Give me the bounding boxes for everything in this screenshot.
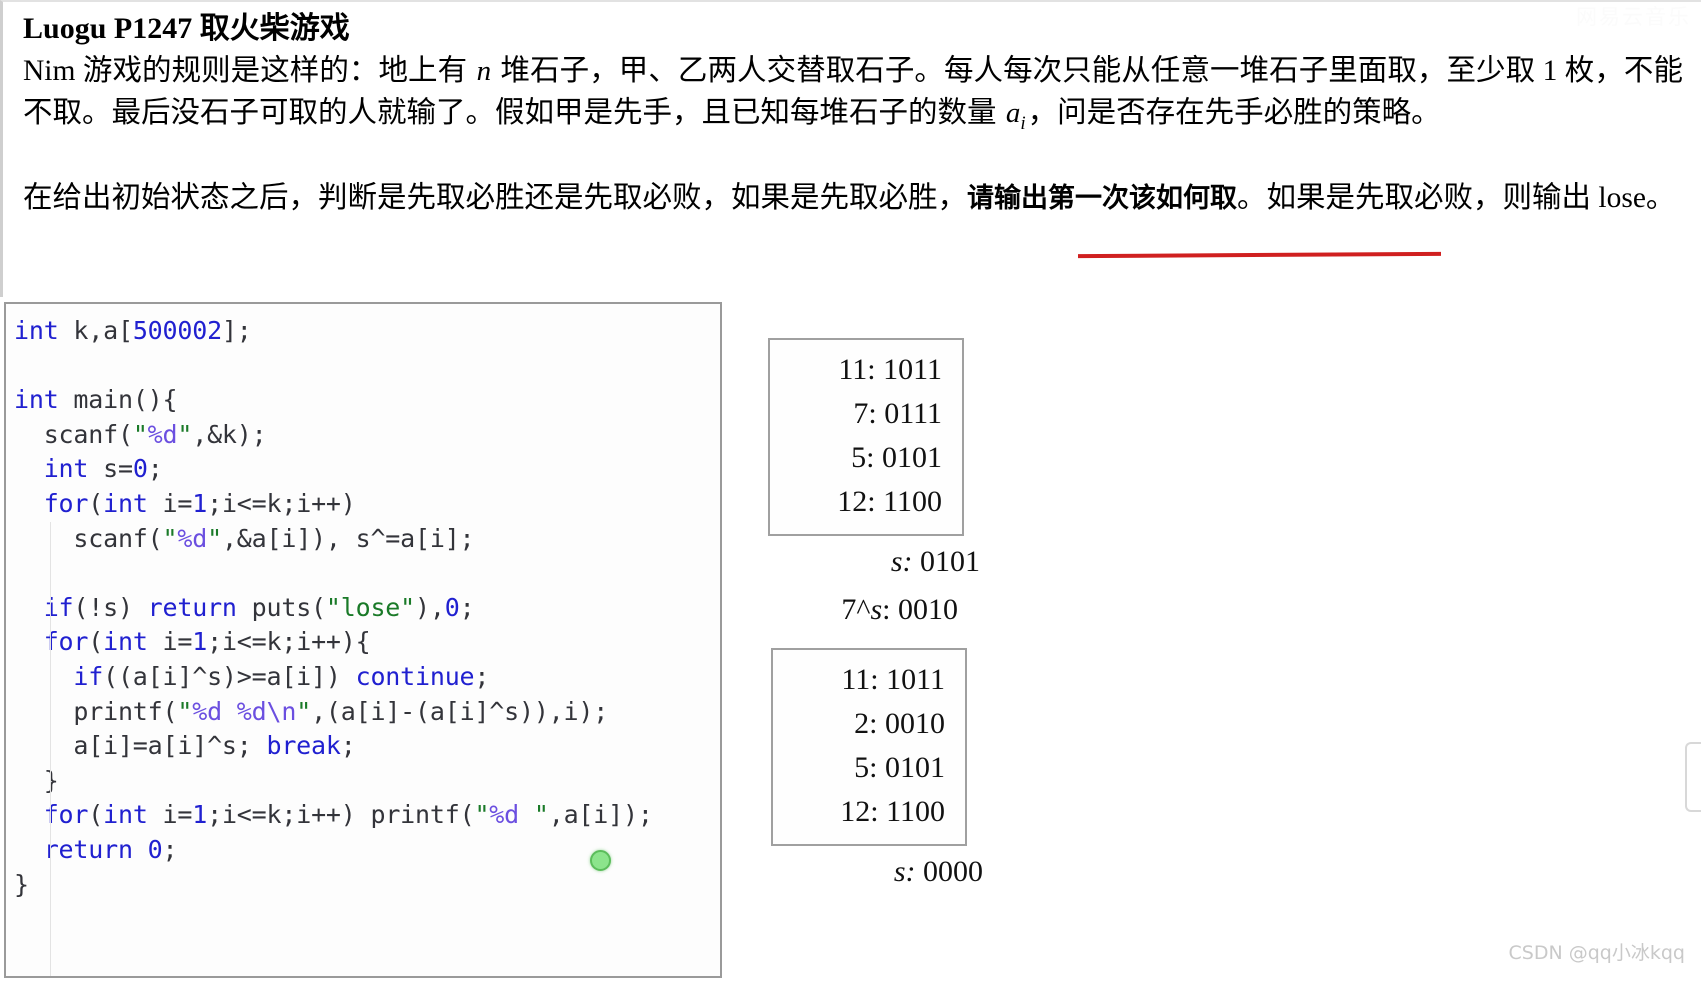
xor-bits: 0101 [920, 545, 980, 578]
binary-illustration-panel: 11: 1011 7: 0111 5: 0101 12: 1100 s: 010… [740, 302, 1160, 888]
row-bits: 0101 [882, 441, 942, 474]
row-label: 7: [853, 397, 877, 430]
operation-suffix: : [882, 593, 891, 626]
output-requirement-paragraph: 在给出初始状态之后，判断是先取必胜还是先取必败，如果是先取必胜，请输出第一次该如… [23, 177, 1683, 220]
xor-operation-row: 7^s: 0010 [746, 588, 958, 632]
paragraph2-part-a: 在给出初始状态之后，判断是先取必胜还是先取必败，如果是先取必胜， [23, 181, 968, 214]
xor-bits: 0000 [923, 855, 983, 888]
right-edge-panel-handle[interactable] [1685, 742, 1701, 812]
row-bits: 1011 [886, 663, 945, 696]
table-row: 11: 1011 [790, 348, 942, 392]
table-row: 5: 0101 [793, 746, 945, 790]
top-right-watermark: 网易云音乐 [1576, 5, 1691, 29]
row-label: 12: [837, 485, 876, 518]
math-var-a-base: a [1005, 97, 1021, 129]
red-underline-annotation [1077, 251, 1442, 259]
row-bits: 0010 [885, 707, 945, 740]
row-bits: 0101 [885, 751, 945, 784]
table-row: 12: 1100 [790, 480, 942, 524]
operation-bits: 0010 [898, 593, 958, 626]
paragraph1-part-c: ，问是否存在先手必胜的策略。 [1027, 97, 1441, 129]
problem-statement-panel: Luogu P1247 取火柴游戏 Nim 游戏的规则是这样的：地上有 n 堆石… [0, 0, 1701, 297]
row-label: 2: [854, 707, 878, 740]
table-row: 7: 0111 [790, 392, 942, 436]
paragraph2-part-b: 。如果是先取必败，则输出 lose。 [1237, 181, 1676, 214]
cursor-indicator-dot [590, 850, 611, 871]
row-label: 5: [851, 441, 875, 474]
math-var-a: ai [1004, 97, 1028, 134]
emphasized-requirement-text: 请输出第一次该如何取 [967, 182, 1238, 214]
row-bits: 0111 [884, 397, 942, 430]
table-row: 2: 0010 [793, 702, 945, 746]
row-label: 11: [841, 663, 879, 696]
row-bits: 1100 [886, 795, 945, 828]
row-bits: 1011 [883, 353, 942, 386]
xor-label: s: [893, 855, 916, 888]
binary-table-after: 11: 1011 2: 0010 5: 0101 12: 1100 [771, 648, 967, 846]
table-row: 12: 1100 [793, 790, 945, 834]
indent-guide-line [50, 522, 51, 976]
xor-result-before: s: 0101 [768, 540, 980, 584]
binary-table-before: 11: 1011 7: 0111 5: 0101 12: 1100 [768, 338, 964, 536]
code-block[interactable]: int k,a[500002]; int main(){ scanf("%d",… [4, 302, 722, 978]
xor-result-after: s: 0000 [771, 850, 983, 894]
table-row: 11: 1011 [793, 658, 945, 702]
math-var-a-subscript: i [1020, 112, 1026, 134]
row-label: 11: [838, 353, 876, 386]
operation-var: s [870, 593, 883, 626]
math-var-n: n [476, 55, 492, 87]
row-label: 5: [854, 751, 878, 784]
table-row: 5: 0101 [790, 436, 942, 480]
problem-description-paragraph: Nim 游戏的规则是这样的：地上有 n 堆石子，甲、乙两人交替取石子。每人每次只… [23, 50, 1683, 145]
row-label: 12: [840, 795, 879, 828]
operation-prefix: 7^ [841, 593, 871, 626]
paragraph1-part-a: Nim 游戏的规则是这样的：地上有 [23, 55, 475, 87]
source-code-text: int k,a[500002]; int main(){ scanf("%d",… [14, 316, 653, 899]
row-bits: 1100 [883, 485, 942, 518]
xor-label: s: [890, 545, 913, 578]
csdn-watermark: CSDN @qq小冰kqq [1508, 942, 1685, 964]
